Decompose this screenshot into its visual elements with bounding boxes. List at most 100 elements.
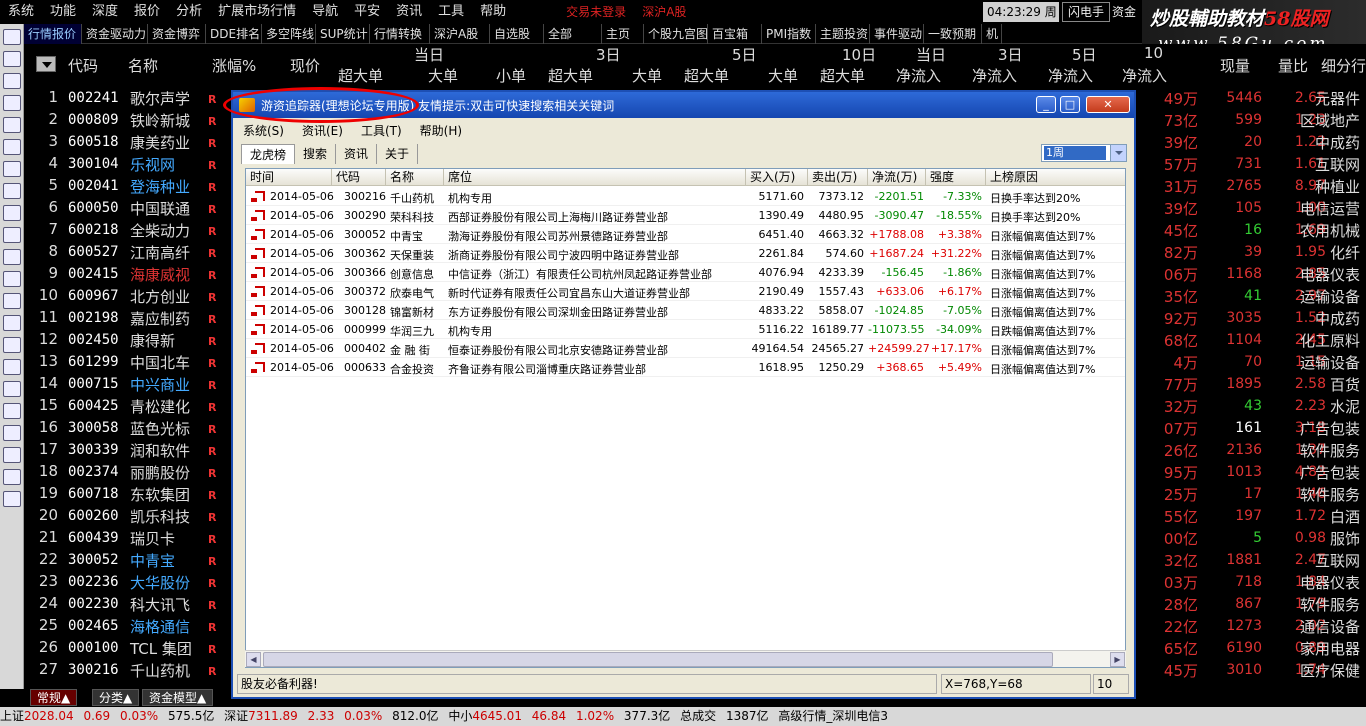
chart-icon[interactable]: [3, 95, 21, 111]
grid-row[interactable]: 2014-05-06 300372 欣泰电气 新时代证券有限责任公司宜昌东山大道证券营…: [246, 282, 1125, 301]
minimize-icon[interactable]: _: [1036, 96, 1056, 113]
grid-row[interactable]: 2014-05-06 300366 创意信息 中信证券（浙江）有限责任公司杭州凤起路证…: [246, 263, 1125, 282]
stock-name[interactable]: 东软集团: [130, 484, 190, 505]
header-sub-1[interactable]: 大单: [428, 65, 458, 86]
table-icon[interactable]: [3, 315, 21, 331]
grid-seat[interactable]: 恒泰证券股份有限公司北京安德路证券营业部: [448, 342, 668, 358]
stock-name[interactable]: 大华股份: [130, 572, 190, 593]
grid-row[interactable]: 2014-05-06 000999 华润三九 机构专用 5116.22 16189.77-…: [246, 320, 1125, 339]
quote-server-label[interactable]: 高级行情_深圳电信3: [778, 709, 888, 723]
stock-code[interactable]: 600967: [68, 288, 119, 304]
menu-item-7[interactable]: 平安: [346, 0, 388, 24]
tab-category[interactable]: 分类▲: [92, 689, 140, 706]
stock-name[interactable]: 歌尔声学: [130, 88, 190, 109]
stock-code[interactable]: 000100: [68, 640, 119, 656]
toolbar-tab-4[interactable]: 多空阵线: [262, 24, 316, 44]
window-menu-item-3[interactable]: 帮助(H): [420, 122, 462, 139]
bar-icon[interactable]: [3, 183, 21, 199]
tab-fund-model[interactable]: 资金模型▲: [142, 689, 214, 706]
grid-name[interactable]: 华润三九: [390, 323, 434, 339]
header-sub-8[interactable]: 净流入: [896, 65, 941, 86]
menu-item-6[interactable]: 导航: [304, 0, 346, 24]
list-icon[interactable]: [3, 139, 21, 155]
stock-name[interactable]: 润和软件: [130, 440, 190, 461]
grid-seat[interactable]: 东方证券股份有限公司深圳金田路证券营业部: [448, 304, 668, 320]
grid-seat[interactable]: 机构专用: [448, 190, 492, 206]
grid-seat[interactable]: 西部证券股份有限公司上海梅川路证券营业部: [448, 209, 668, 225]
maximize-icon[interactable]: □: [1060, 96, 1080, 113]
stock-name[interactable]: 全柴动力: [130, 220, 190, 241]
stock-code[interactable]: 600439: [68, 530, 119, 546]
header-volume[interactable]: 现量: [1220, 55, 1250, 76]
stock-code[interactable]: 300058: [68, 420, 119, 436]
header-name[interactable]: 名称: [128, 55, 158, 76]
toolbar-tab-17[interactable]: 机: [982, 24, 1002, 44]
stock-code[interactable]: 600518: [68, 134, 119, 150]
toolbar-tab-15[interactable]: 事件驱动: [870, 24, 924, 44]
stock-name[interactable]: 海康威视: [130, 264, 190, 285]
stock-name[interactable]: 海格通信: [130, 616, 190, 637]
grid-col-header-3[interactable]: 席位: [444, 169, 746, 186]
stock-code[interactable]: 300216: [68, 662, 119, 678]
stock-code[interactable]: 300052: [68, 552, 119, 568]
line-icon[interactable]: [3, 161, 21, 177]
stock-name[interactable]: 丽鹏股份: [130, 462, 190, 483]
grid-name[interactable]: 荣科科技: [390, 209, 434, 225]
stock-name[interactable]: 瑞贝卡: [130, 528, 175, 549]
stock-name[interactable]: 千山药机: [130, 660, 190, 681]
close-icon[interactable]: ✕: [1086, 96, 1130, 113]
header-volume-ratio[interactable]: 量比: [1278, 55, 1308, 76]
stock-code[interactable]: 002198: [68, 310, 119, 326]
window-menu-item-0[interactable]: 系统(S): [243, 122, 284, 139]
grid-seat[interactable]: 齐鲁证券有限公司淄博重庆路证券营业部: [448, 361, 646, 377]
toolbar-tab-1[interactable]: 资金驱动力: [82, 24, 148, 44]
tab-general[interactable]: 常规▲: [30, 689, 78, 706]
chevron-down-icon[interactable]: [1110, 145, 1126, 161]
stock-code[interactable]: 600050: [68, 200, 119, 216]
grid-seat[interactable]: 机构专用: [448, 323, 492, 339]
fund-button[interactable]: 资金: [1112, 2, 1142, 22]
menu-item-3[interactable]: 报价: [126, 0, 168, 24]
column-menu-dropdown[interactable]: [36, 56, 56, 72]
toolbar-tab-5[interactable]: SUP统计: [316, 24, 370, 44]
stock-code[interactable]: 002374: [68, 464, 119, 480]
grid-name[interactable]: 金 融 街: [390, 342, 430, 358]
flash-trade-button[interactable]: 闪电手: [1062, 2, 1110, 22]
target-icon[interactable]: [3, 337, 21, 353]
header-sub-6[interactable]: 大单: [768, 65, 798, 86]
window-title-bar[interactable]: 游资追踪器(理想论坛专用版) 友情提示:双击可快速搜索相关关键词 _ □ ✕: [223, 87, 1134, 123]
stock-name[interactable]: 中国北车: [130, 352, 190, 373]
f10-icon[interactable]: [3, 205, 21, 221]
horizontal-scrollbar[interactable]: ◀ ▶: [245, 650, 1126, 667]
window-tab-1[interactable]: 搜索: [295, 144, 337, 164]
stock-name[interactable]: 江南高纤: [130, 242, 190, 263]
grid-seat[interactable]: 中信证券（浙江）有限责任公司杭州凤起路证券营业部: [448, 266, 712, 282]
header-price[interactable]: 现价: [290, 55, 320, 76]
toolbar-tab-9[interactable]: 全部: [544, 24, 602, 44]
grid-name[interactable]: 千山药机: [390, 190, 434, 206]
toolbar-tab-11[interactable]: 个股九宫图: [644, 24, 708, 44]
grid-seat[interactable]: 新时代证券有限责任公司宜昌东山大道证券营业部: [448, 285, 690, 301]
header-sub-2[interactable]: 小单: [496, 65, 526, 86]
header-sub-9[interactable]: 净流入: [972, 65, 1017, 86]
stock-name[interactable]: 康得新: [130, 330, 175, 351]
stock-code[interactable]: 002241: [68, 90, 119, 106]
window-menu-item-2[interactable]: 工具(T): [361, 122, 402, 139]
doc-icon[interactable]: [3, 227, 21, 243]
stock-code[interactable]: 002041: [68, 178, 119, 194]
header-code[interactable]: 代码: [68, 55, 98, 76]
grid-row[interactable]: 2014-05-06 300128 锦富新材 东方证券股份有限公司深圳金田路证券营业部…: [246, 301, 1125, 320]
grid-name[interactable]: 中青宝: [390, 228, 423, 244]
trade-label-0[interactable]: 交易未登录: [558, 0, 634, 24]
menu-item-2[interactable]: 深度: [84, 0, 126, 24]
toolbar-tab-14[interactable]: 主题投资: [816, 24, 870, 44]
grid-seat[interactable]: 渤海证券股份有限公司苏州景德路证券营业部: [448, 228, 668, 244]
stock-code[interactable]: 000809: [68, 112, 119, 128]
ent-icon[interactable]: [3, 425, 21, 441]
stock-code[interactable]: 002236: [68, 574, 119, 590]
grid-code[interactable]: 300216: [344, 190, 386, 203]
grid-code[interactable]: 300128: [344, 304, 386, 317]
toolbar-tab-10[interactable]: 主页: [602, 24, 644, 44]
stock-code[interactable]: 601299: [68, 354, 119, 370]
grid-row[interactable]: 2014-05-06 300216 千山药机 机构专用 5171.60 7373.12 -2…: [246, 187, 1125, 206]
